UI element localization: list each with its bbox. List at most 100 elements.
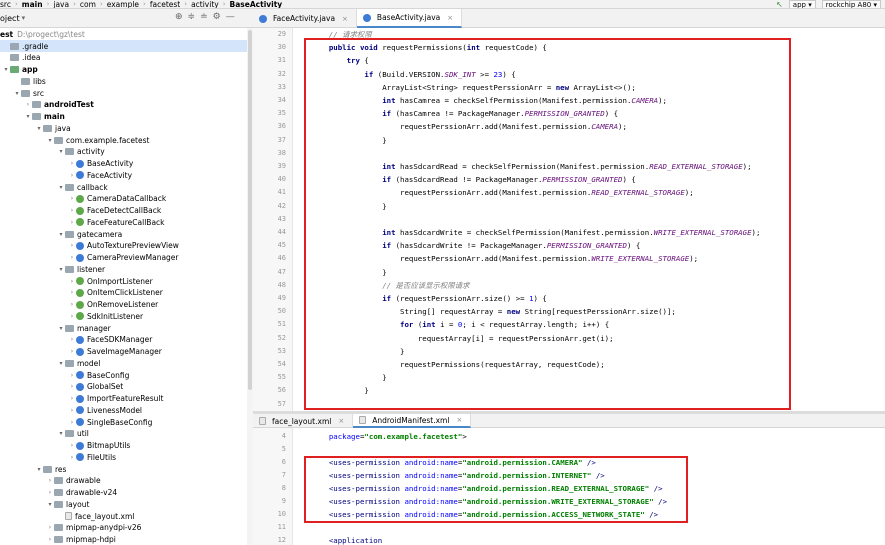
- chevron-down-icon[interactable]: ▾: [13, 90, 21, 97]
- breadcrumb-item[interactable]: example: [107, 0, 139, 8]
- editor-tab[interactable]: BaseActivity.java ×: [356, 9, 463, 28]
- project-view-select[interactable]: oject: [0, 14, 20, 23]
- gear-icon[interactable]: ⚙: [213, 12, 221, 22]
- tree-item[interactable]: › OnRemoveListener: [0, 299, 247, 311]
- editor-tab[interactable]: AndroidManifest.xml ×: [353, 414, 472, 428]
- tree-item[interactable]: ▾ main: [0, 111, 247, 123]
- tree-item[interactable]: › OnImportListener: [0, 275, 247, 287]
- close-icon[interactable]: ×: [338, 417, 344, 425]
- chevron-right-icon[interactable]: ›: [68, 336, 76, 343]
- tree-item[interactable]: ▾ util: [0, 428, 247, 440]
- tree-item[interactable]: › mipmap-anydpi-v26: [0, 522, 247, 534]
- tree-item[interactable]: › BaseActivity: [0, 158, 247, 170]
- close-icon[interactable]: ×: [456, 416, 462, 424]
- tree-root[interactable]: est D:\progect\gz\test: [0, 28, 85, 40]
- tree-item[interactable]: › SingleBaseConfig: [0, 416, 247, 428]
- chevron-down-icon[interactable]: ▾: [57, 231, 65, 238]
- tree-item[interactable]: › mipmap-hdpi: [0, 534, 247, 545]
- tree-item[interactable]: › FaceDetectCallBack: [0, 205, 247, 217]
- tree-item[interactable]: › CameraPreviewManager: [0, 252, 247, 264]
- device-select[interactable]: rockchip A80 ▾: [821, 0, 881, 8]
- chevron-down-icon[interactable]: ▾: [24, 113, 32, 120]
- tree-item[interactable]: › FaceActivity: [0, 169, 247, 181]
- java-editor[interactable]: 29 30 31 32 33 34 35 36 37 38 39 40 41 42 43 44 45 46 47 48…: [253, 28, 885, 411]
- tree-item[interactable]: › LivenessModel: [0, 404, 247, 416]
- chevron-right-icon[interactable]: ›: [46, 524, 54, 531]
- tree-item[interactable]: ▾ app: [0, 64, 247, 76]
- chevron-right-icon[interactable]: ›: [68, 172, 76, 179]
- breadcrumb-item[interactable]: main: [22, 0, 43, 8]
- minimize-icon[interactable]: —: [226, 12, 235, 22]
- chevron-down-icon[interactable]: ▾: [57, 325, 65, 332]
- tree-item[interactable]: ▾ model: [0, 357, 247, 369]
- editor-tab[interactable]: face_layout.xml ×: [253, 414, 354, 428]
- tree-item[interactable]: › CameraDataCallback: [0, 193, 247, 205]
- locate-icon[interactable]: ⊕: [175, 12, 183, 22]
- breadcrumb-item[interactable]: src: [0, 0, 11, 8]
- tree-item[interactable]: ▾ com.example.facetest: [0, 134, 247, 146]
- run-config-select[interactable]: app ▾: [788, 0, 816, 8]
- chevron-right-icon[interactable]: ›: [68, 372, 76, 379]
- tree-item[interactable]: › OnItemClickListener: [0, 287, 247, 299]
- chevron-right-icon[interactable]: ›: [68, 454, 76, 461]
- tree-item[interactable]: › drawable: [0, 475, 247, 487]
- chevron-right-icon[interactable]: ›: [68, 254, 76, 261]
- chevron-right-icon[interactable]: ›: [68, 407, 76, 414]
- tree-item[interactable]: ▾ activity: [0, 146, 247, 158]
- tree-item[interactable]: › androidTest: [0, 99, 247, 111]
- chevron-right-icon[interactable]: ›: [68, 301, 76, 308]
- chevron-right-icon[interactable]: ›: [68, 207, 76, 214]
- chevron-right-icon[interactable]: ›: [46, 536, 54, 543]
- chevron-right-icon[interactable]: ›: [68, 442, 76, 449]
- tree-item[interactable]: ▾ manager: [0, 322, 247, 334]
- chevron-right-icon[interactable]: ›: [68, 278, 76, 285]
- tree-item[interactable]: › ImportFeatureResult: [0, 393, 247, 405]
- tree-item[interactable]: › AutoTexturePreviewView: [0, 240, 247, 252]
- chevron-down-icon[interactable]: ▾: [22, 14, 26, 22]
- chevron-down-icon[interactable]: ▾: [57, 184, 65, 191]
- tree-item[interactable]: ▾ gatecamera: [0, 228, 247, 240]
- tree-item[interactable]: › FaceFeatureCallBack: [0, 216, 247, 228]
- tree-item[interactable]: › SdkInitListener: [0, 310, 247, 322]
- chevron-right-icon[interactable]: ›: [68, 419, 76, 426]
- tree-item[interactable]: › FaceSDKManager: [0, 334, 247, 346]
- chevron-right-icon[interactable]: ›: [24, 101, 32, 108]
- chevron-right-icon[interactable]: ›: [68, 160, 76, 167]
- chevron-right-icon[interactable]: ›: [68, 313, 76, 320]
- manifest-editor[interactable]: 4 5 6 7 8 9 10 11 12 package="com.example.facete…: [253, 428, 885, 545]
- tree-item[interactable]: ▾ listener: [0, 263, 247, 275]
- tree-item[interactable]: › SaveImageManager: [0, 346, 247, 358]
- tree-item[interactable]: ▾ layout: [0, 498, 247, 510]
- tree-item[interactable]: ▾ java: [0, 122, 247, 134]
- breadcrumb-item[interactable]: BaseActivity: [230, 0, 283, 8]
- breadcrumb-item[interactable]: java: [53, 0, 69, 8]
- chevron-down-icon[interactable]: ▾: [57, 360, 65, 367]
- chevron-right-icon[interactable]: ›: [46, 477, 54, 484]
- chevron-right-icon[interactable]: ›: [68, 383, 76, 390]
- expand-icon[interactable]: ≐: [200, 12, 208, 22]
- chevron-right-icon[interactable]: ›: [68, 195, 76, 202]
- tree-item[interactable]: .idea: [0, 52, 247, 64]
- tree-item[interactable]: ▾ callback: [0, 181, 247, 193]
- breadcrumb-item[interactable]: com: [80, 0, 96, 8]
- tree-item[interactable]: .gradle: [0, 40, 247, 52]
- chevron-right-icon[interactable]: ›: [68, 219, 76, 226]
- collapse-icon[interactable]: ≑: [188, 12, 196, 22]
- chevron-right-icon[interactable]: ›: [68, 348, 76, 355]
- chevron-right-icon[interactable]: ›: [68, 289, 76, 296]
- breadcrumb-item[interactable]: facetest: [150, 0, 180, 8]
- tree-item[interactable]: › BaseConfig: [0, 369, 247, 381]
- chevron-down-icon[interactable]: ▾: [2, 66, 10, 73]
- chevron-down-icon[interactable]: ▾: [35, 125, 43, 132]
- chevron-down-icon[interactable]: ▾: [35, 466, 43, 473]
- tree-item[interactable]: › drawable-v24: [0, 487, 247, 499]
- tree-item[interactable]: ▾ res: [0, 463, 247, 475]
- breadcrumb-item[interactable]: activity: [191, 0, 219, 8]
- chevron-right-icon[interactable]: ›: [68, 395, 76, 402]
- tree-item[interactable]: › BitmapUtils: [0, 440, 247, 452]
- chevron-right-icon[interactable]: ›: [68, 242, 76, 249]
- tree-item[interactable]: › GlobalSet: [0, 381, 247, 393]
- tree-item[interactable]: › FileUtils: [0, 451, 247, 463]
- hammer-icon[interactable]: ↖: [776, 0, 783, 8]
- chevron-down-icon[interactable]: ▾: [46, 137, 54, 144]
